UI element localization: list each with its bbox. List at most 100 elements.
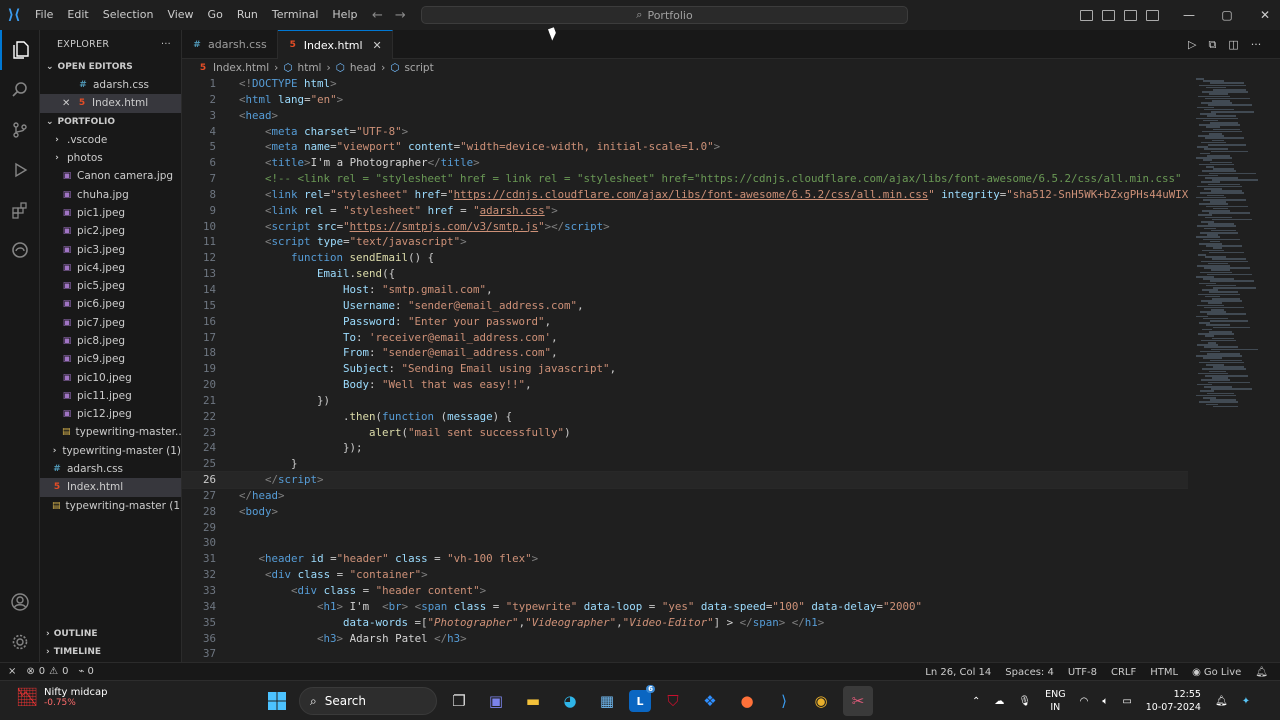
file-tree-item[interactable]: ▤ typewriting-master.... — [40, 423, 181, 441]
code-line[interactable]: 37 — [182, 646, 1188, 662]
minimize-icon[interactable]: — — [1170, 8, 1208, 22]
code-line[interactable]: 10 <script src="https://smtpjs.com/v3/sm… — [182, 219, 1188, 235]
file-tree-item[interactable]: › typewriting-master (1) — [40, 442, 181, 460]
chevron-up-icon[interactable]: ⌃ — [972, 696, 980, 707]
language-mode[interactable]: HTML — [1150, 667, 1178, 678]
code-line[interactable]: 17 To: 'receiver@email_address.com', — [182, 330, 1188, 346]
code-line[interactable]: 12 function sendEmail() { — [182, 250, 1188, 266]
windows-start-icon[interactable] — [262, 686, 292, 716]
menu-run[interactable]: Run — [230, 0, 265, 30]
code-line[interactable]: 7 <!-- <link rel = "stylesheet" href = l… — [182, 171, 1188, 187]
accounts-icon[interactable] — [0, 582, 40, 622]
file-tree-item[interactable]: ▣ pic6.jpeg — [40, 295, 181, 313]
breadcrumb-item[interactable]: head — [350, 62, 376, 74]
edge-browser-icon[interactable]: ◕ — [555, 686, 585, 716]
maximize-icon[interactable]: ▢ — [1208, 8, 1246, 22]
code-line[interactable]: 23 alert("mail sent successfully") — [182, 425, 1188, 441]
code-line[interactable]: 11 <script type="text/javascript"> — [182, 234, 1188, 250]
code-line[interactable]: 28 <body> — [182, 504, 1188, 520]
menu-help[interactable]: Help — [325, 0, 364, 30]
code-line[interactable]: 34 <h1> I'm <br> <span class = "typewrit… — [182, 599, 1188, 615]
code-line[interactable]: 35 data-words =["Photographer","Videogra… — [182, 615, 1188, 631]
microphone-icon[interactable]: 🎙︎ — [1018, 696, 1031, 707]
breadcrumb-item[interactable]: Index.html — [213, 62, 269, 74]
code-line[interactable]: 6 <title>I'm a Photographer</title> — [182, 155, 1188, 171]
more-actions-icon[interactable]: ··· — [161, 39, 171, 50]
file-tree-item[interactable]: ▣ pic1.jpeg — [40, 204, 181, 222]
code-editor[interactable]: 1 <!DOCTYPE html> 2 <html lang="en"> 3 <head>… — [182, 76, 1188, 662]
code-line[interactable]: 2 <html lang="en"> — [182, 92, 1188, 108]
code-line[interactable]: 8 <link rel="stylesheet" href="https://c… — [182, 187, 1188, 203]
file-tree-item[interactable]: › .vscode — [40, 131, 181, 149]
forward-arrow-icon[interactable]: → — [395, 8, 406, 23]
dropbox-icon[interactable]: ❖ — [695, 686, 725, 716]
mcafee-icon[interactable]: ⛉ — [658, 686, 688, 716]
run-debug-icon[interactable] — [0, 150, 40, 190]
open-editors-section[interactable]: ⌄ OPEN EDITORS — [40, 58, 181, 76]
open-editor-item[interactable]: ✕ 5 Index.html — [40, 94, 181, 113]
split-editor-icon[interactable]: ◫ — [1228, 38, 1238, 51]
input-language[interactable]: ENG IN — [1045, 688, 1065, 714]
toggle-panel-icon[interactable] — [1102, 9, 1115, 21]
firefox-icon[interactable]: ● — [732, 686, 762, 716]
toggle-secondary-sidebar-icon[interactable] — [1124, 9, 1137, 21]
file-tree-item[interactable]: ▣ pic10.jpeg — [40, 368, 181, 386]
code-line[interactable]: 4 <meta charset="UTF-8"> — [182, 124, 1188, 140]
code-line[interactable]: 32 <div class = "container"> — [182, 567, 1188, 583]
remote-icon[interactable]: ⨯ — [8, 666, 16, 677]
code-line[interactable]: 29 — [182, 520, 1188, 536]
code-line[interactable]: 19 Subject: "Sending Email using javascr… — [182, 361, 1188, 377]
code-line[interactable]: 1 <!DOCTYPE html> — [182, 76, 1188, 92]
search-icon[interactable] — [0, 70, 40, 110]
extensions-icon[interactable] — [0, 190, 40, 230]
menu-selection[interactable]: Selection — [96, 0, 161, 30]
menu-edit[interactable]: Edit — [60, 0, 95, 30]
manage-gear-icon[interactable] — [0, 622, 40, 662]
open-preview-icon[interactable]: ⧉ — [1208, 38, 1216, 52]
more-actions-icon[interactable]: ··· — [1251, 38, 1262, 51]
menu-go[interactable]: Go — [201, 0, 230, 30]
code-line[interactable]: 36 <h3> Adarsh Patel </h3> — [182, 631, 1188, 647]
file-tree-item[interactable]: # adarsh.css — [40, 460, 181, 478]
code-line[interactable]: 31 <header id ="header" class = "vh-100 … — [182, 551, 1188, 567]
problems-indicator[interactable]: ⊗ 0 ⚠ 0 — [26, 666, 68, 677]
close-icon[interactable]: ✕ — [1246, 8, 1280, 22]
code-line[interactable]: 30 — [182, 535, 1188, 551]
file-tree-item[interactable]: ▣ pic11.jpeg — [40, 387, 181, 405]
run-play-icon[interactable]: ▷ — [1188, 38, 1196, 51]
cursor-position[interactable]: Ln 26, Col 14 — [925, 667, 991, 678]
menu-terminal[interactable]: Terminal — [265, 0, 326, 30]
file-tree-item[interactable]: ▣ pic5.jpeg — [40, 277, 181, 295]
code-line[interactable]: 20 Body: "Well that was easy!!", — [182, 377, 1188, 393]
code-line[interactable]: 9 <link rel = "stylesheet" href = "adars… — [182, 203, 1188, 219]
file-tree-item[interactable]: ▣ chuha.jpg — [40, 185, 181, 203]
file-tree-item[interactable]: ▣ pic9.jpeg — [40, 350, 181, 368]
minimap[interactable] — [1188, 76, 1280, 662]
onedrive-cloud-icon[interactable]: ☁ — [994, 696, 1004, 707]
volume-icon[interactable]: 🔈︎ — [1102, 696, 1108, 707]
code-line[interactable]: 25 } — [182, 456, 1188, 472]
edge-tools-icon[interactable] — [0, 230, 40, 270]
file-tree-item[interactable]: 5 Index.html — [40, 478, 181, 497]
file-tree-item[interactable]: › photos — [40, 149, 181, 167]
toggle-primary-sidebar-icon[interactable] — [1080, 9, 1093, 21]
indentation[interactable]: Spaces: 4 — [1005, 667, 1054, 678]
ports-indicator[interactable]: ⌁ 0 — [79, 666, 94, 677]
code-line[interactable]: 24 }); — [182, 440, 1188, 456]
explorer-icon[interactable] — [0, 30, 40, 70]
open-editor-item[interactable]: # adarsh.css — [40, 76, 181, 94]
code-line[interactable]: 15 Username: "sender@email_address.com", — [182, 298, 1188, 314]
microsoft-store-icon[interactable]: ▦ — [592, 686, 622, 716]
encoding[interactable]: UTF-8 — [1068, 667, 1097, 678]
battery-icon[interactable]: ▭ — [1122, 696, 1131, 707]
code-line[interactable]: 5 <meta name="viewport" content="width=d… — [182, 139, 1188, 155]
file-tree-item[interactable]: ▣ pic2.jpeg — [40, 222, 181, 240]
linkedin-icon[interactable]: L6 — [629, 685, 655, 712]
code-line[interactable]: 3 <head> — [182, 108, 1188, 124]
teams-icon[interactable]: ▣ — [481, 686, 511, 716]
file-tree-item[interactable]: ▣ pic7.jpeg — [40, 314, 181, 332]
task-view-icon[interactable]: ❐ — [444, 686, 474, 716]
widgets-button[interactable]: 📉︎ Nifty midcap -0.75% — [16, 686, 108, 708]
chrome-icon[interactable]: ◉ — [806, 686, 836, 716]
portfolio-folder-section[interactable]: ⌄ PORTFOLIO — [40, 113, 181, 131]
